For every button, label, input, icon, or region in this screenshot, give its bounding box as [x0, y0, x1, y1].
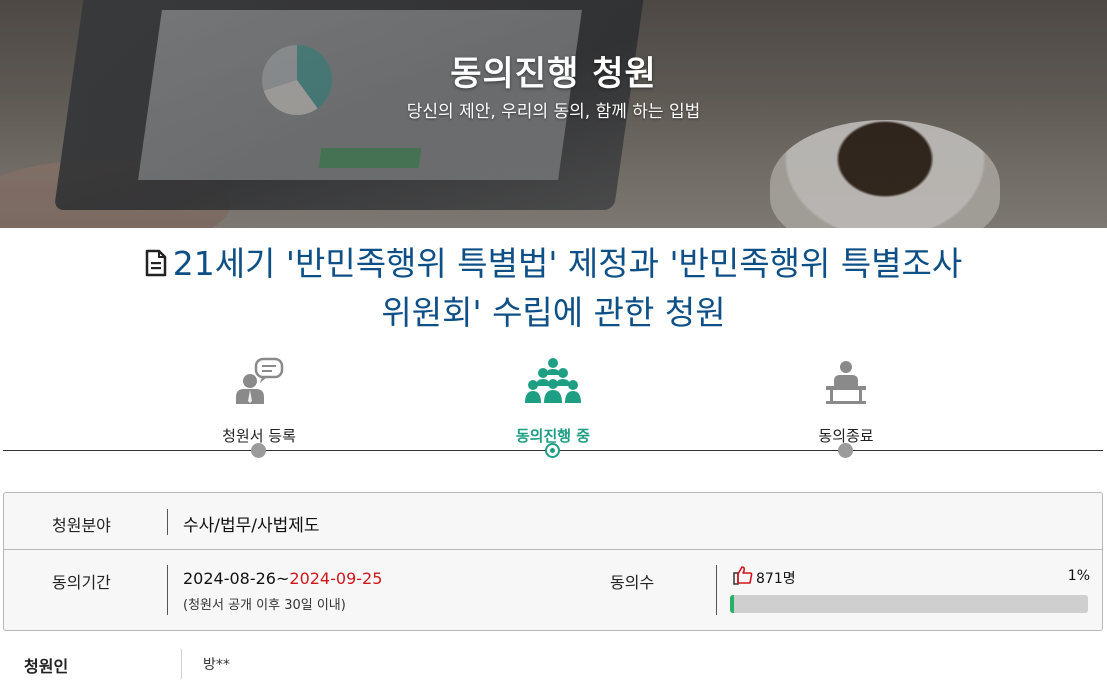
- period-note: (청원서 공개 이후 30일 이내): [183, 598, 346, 613]
- petition-info-box: 청원분야 수사/법무/사법제도 동의기간 2024-08-26~2024-09-…: [3, 492, 1103, 631]
- count-label: 동의수: [610, 573, 655, 592]
- timeline-dot-registration: [251, 443, 266, 458]
- timeline-dot-in-progress: [545, 443, 560, 458]
- petition-title: 21세기 '반민족행위 특별법' 제정과 '반민족행위 특별조사 위원회' 수립…: [60, 240, 1047, 336]
- step-consent-closed: 동의종료: [746, 345, 946, 446]
- period-end: 2024-09-25: [289, 569, 383, 588]
- registration-icon: [159, 345, 359, 405]
- thumbs-up-icon: [733, 565, 753, 589]
- hero-subtitle: 당신의 제안, 우리의 동의, 함께 하는 입법: [406, 102, 701, 122]
- step-registration: 청원서 등록: [159, 345, 359, 446]
- field-label: 청원분야: [52, 516, 111, 535]
- hero-title: 동의진행 청원: [450, 54, 657, 94]
- petition-title-line1: 21세기 '반민족행위 특별법' 제정과 '반민족행위 특별조사: [172, 244, 963, 283]
- consent-progress-fill: [730, 595, 735, 613]
- field-value: 수사/법무/사법제도: [183, 516, 320, 536]
- petition-title-line2: 위원회' 수립에 관한 청원: [381, 293, 726, 332]
- timeline-dot-closed: [838, 443, 853, 458]
- petitioner-label: 청원인: [24, 657, 69, 676]
- petitioner-value: 방**: [203, 657, 230, 673]
- info-row-field: 청원분야 수사/법무/사법제도: [4, 493, 1102, 550]
- consent-progress-bar: [730, 595, 1088, 613]
- podium-speaker-icon: [746, 345, 946, 405]
- document-icon: [145, 242, 167, 289]
- progress-percent: 1%: [1067, 568, 1090, 584]
- petitioner-row: 청원인 방**: [0, 645, 1107, 691]
- period-value: 2024-08-26~2024-09-25: [183, 569, 382, 588]
- period-start: 2024-08-26~: [183, 569, 290, 588]
- hero-banner: 동의진행 청원 당신의 제안, 우리의 동의, 함께 하는 입법: [0, 0, 1107, 228]
- count-value: 871명: [756, 571, 796, 587]
- step-consent-in-progress: 동의진행 중: [453, 345, 653, 446]
- group-consent-icon: [453, 345, 653, 405]
- period-label: 동의기간: [52, 573, 111, 592]
